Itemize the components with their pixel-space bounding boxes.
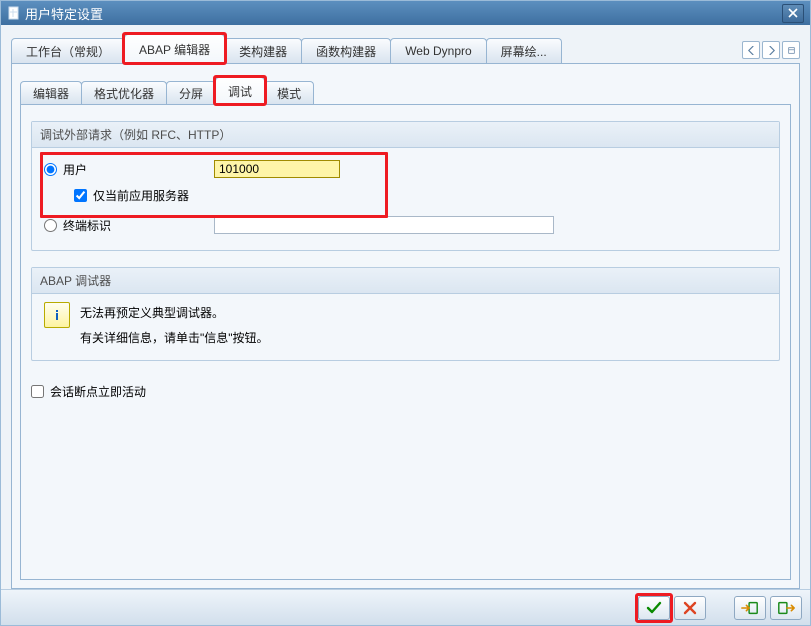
subtab-pretty-printer[interactable]: 格式优化器 <box>81 81 167 104</box>
tab-label: 函数构建器 <box>316 43 376 60</box>
debug-external-group: 调试外部请求（例如 RFC、HTTP） 用户 仅 <box>31 121 780 251</box>
export-button[interactable] <box>770 596 802 620</box>
tab-class-builder[interactable]: 类构建器 <box>224 38 302 63</box>
document-icon <box>7 6 21 20</box>
tab-label: 编辑器 <box>33 85 69 102</box>
session-bp-checkbox[interactable] <box>31 385 44 398</box>
subtab-pattern[interactable]: 模式 <box>264 81 314 104</box>
info-text-line2: 有关详细信息，请单击"信息"按钮。 <box>80 323 269 348</box>
subtab-editor[interactable]: 编辑器 <box>20 81 82 104</box>
tab-function-builder[interactable]: 函数构建器 <box>301 38 391 63</box>
user-radio-row[interactable]: 用户 <box>44 161 214 178</box>
cancel-button[interactable] <box>674 596 706 620</box>
user-radio[interactable] <box>44 163 57 176</box>
user-radio-label: 用户 <box>63 161 87 178</box>
tab-workbench[interactable]: 工作台（常规） <box>11 38 125 63</box>
subtab-debug[interactable]: 调试 <box>215 77 265 105</box>
group-legend: ABAP 调试器 <box>32 268 779 294</box>
footer-toolbar <box>1 589 810 625</box>
nav-left-button[interactable] <box>742 41 760 59</box>
tab-label: Web Dynpro <box>405 44 471 58</box>
tab-label: 调试 <box>228 83 252 100</box>
tab-label: ABAP 编辑器 <box>139 41 210 58</box>
tabstrip-nav <box>742 41 800 59</box>
window-close-button[interactable] <box>782 4 804 23</box>
session-bp-row[interactable]: 会话断点立即活动 <box>31 383 780 400</box>
tab-list-button[interactable] <box>782 41 800 59</box>
client-area: 工作台（常规） ABAP 编辑器 类构建器 函数构建器 Web Dynpro 屏… <box>1 25 810 589</box>
ok-button[interactable] <box>638 596 670 620</box>
nav-right-button[interactable] <box>762 41 780 59</box>
session-bp-label: 会话断点立即活动 <box>50 383 146 400</box>
info-text-line1: 无法再预定义典型调试器。 <box>80 302 269 323</box>
settings-dialog: 用户特定设置 工作台（常规） ABAP 编辑器 类构建器 函数构建器 Web D… <box>0 0 811 626</box>
debug-panel: 调试外部请求（例如 RFC、HTTP） 用户 仅 <box>20 105 791 580</box>
window-title: 用户特定设置 <box>25 4 782 23</box>
terminal-radio[interactable] <box>44 219 57 232</box>
group-legend: 调试外部请求（例如 RFC、HTTP） <box>32 122 779 148</box>
abap-debugger-group: ABAP 调试器 无法再预定义典型调试器。 有关详细信 <box>31 267 780 361</box>
tab-label: 格式优化器 <box>94 85 154 102</box>
tab-label: 分屏 <box>179 85 203 102</box>
only-current-checkbox[interactable] <box>74 189 87 202</box>
tab-screen-painter[interactable]: 屏幕绘... <box>486 38 562 63</box>
subtab-strip: 编辑器 格式优化器 分屏 调试 模式 <box>20 78 791 105</box>
tab-label: 屏幕绘... <box>501 43 547 60</box>
tab-abap-editor[interactable]: ABAP 编辑器 <box>124 34 225 64</box>
info-icon[interactable] <box>44 302 70 328</box>
tab-label: 类构建器 <box>239 43 287 60</box>
tab-label: 工作台（常规） <box>26 43 110 60</box>
user-input[interactable] <box>214 160 340 178</box>
import-button[interactable] <box>734 596 766 620</box>
subtab-splitscreen[interactable]: 分屏 <box>166 81 216 104</box>
only-current-label: 仅当前应用服务器 <box>93 187 189 204</box>
tab-label: 模式 <box>277 85 301 102</box>
terminal-input[interactable] <box>214 216 554 234</box>
info-text-block: 无法再预定义典型调试器。 有关详细信息，请单击"信息"按钮。 <box>80 302 269 348</box>
terminal-radio-label: 终端标识 <box>63 217 111 234</box>
titlebar: 用户特定设置 <box>1 1 810 25</box>
tab-web-dynpro[interactable]: Web Dynpro <box>390 38 486 63</box>
terminal-radio-row[interactable]: 终端标识 <box>44 217 214 234</box>
only-current-row[interactable]: 仅当前应用服务器 <box>74 187 244 204</box>
top-tabstrip: 工作台（常规） ABAP 编辑器 类构建器 函数构建器 Web Dynpro 屏… <box>11 35 800 64</box>
abap-editor-page: 编辑器 格式优化器 分屏 调试 模式 调试外部请求（例如 <box>11 64 800 589</box>
